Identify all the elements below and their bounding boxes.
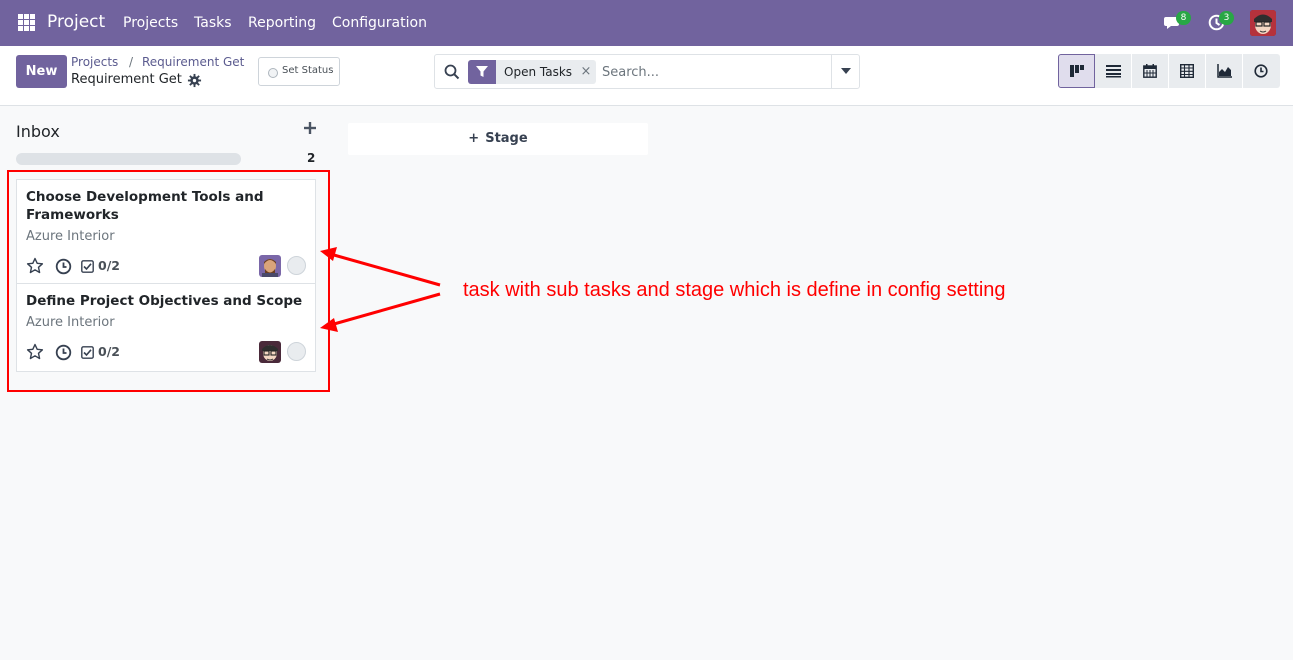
breadcrumb-projects[interactable]: Projects bbox=[71, 55, 118, 69]
set-status-button[interactable]: Set Status bbox=[258, 57, 340, 86]
status-dot-icon bbox=[268, 68, 278, 78]
list-view-button[interactable] bbox=[1095, 54, 1132, 88]
new-button[interactable]: New bbox=[16, 55, 67, 88]
search-bar: Open Tasks × bbox=[434, 54, 860, 89]
annotation-highlight-box bbox=[7, 170, 330, 392]
filter-facet-icon bbox=[468, 60, 496, 84]
add-stage-button[interactable]: + Stage bbox=[348, 123, 648, 155]
graph-view-button[interactable] bbox=[1206, 54, 1243, 88]
set-status-label: Set Status bbox=[282, 65, 334, 76]
menu-reporting[interactable]: Reporting bbox=[248, 15, 316, 31]
column-title: Inbox bbox=[16, 122, 60, 141]
gear-icon[interactable] bbox=[187, 73, 202, 88]
view-switcher bbox=[1058, 54, 1280, 88]
facet-close-icon[interactable]: × bbox=[580, 60, 592, 84]
search-options-toggle[interactable] bbox=[831, 55, 860, 88]
plus-icon: + bbox=[468, 131, 480, 146]
search-icon[interactable] bbox=[444, 64, 460, 80]
pivot-icon bbox=[1180, 64, 1194, 78]
add-quick-create-icon[interactable] bbox=[303, 121, 317, 135]
top-navbar: Project Projects Tasks Reporting Configu… bbox=[0, 0, 1293, 46]
breadcrumb-requirement-get[interactable]: Requirement Get bbox=[142, 55, 244, 69]
calendar-icon bbox=[1143, 64, 1157, 78]
user-avatar[interactable] bbox=[1250, 10, 1276, 36]
search-input[interactable] bbox=[602, 60, 830, 84]
kanban-icon bbox=[1070, 65, 1084, 77]
caret-down-icon bbox=[841, 68, 851, 74]
menu-configuration[interactable]: Configuration bbox=[332, 15, 427, 31]
column-count: 2 bbox=[307, 151, 316, 165]
menu-projects[interactable]: Projects bbox=[123, 15, 178, 31]
kanban-view-button[interactable] bbox=[1058, 54, 1095, 88]
messages-button[interactable]: 8 bbox=[1162, 0, 1198, 46]
activities-badge: 3 bbox=[1219, 11, 1234, 25]
pivot-view-button[interactable] bbox=[1169, 54, 1206, 88]
messages-badge: 8 bbox=[1176, 11, 1191, 25]
column-progress-bar[interactable] bbox=[16, 153, 241, 165]
breadcrumb-separator: / bbox=[129, 55, 134, 69]
add-stage-label: Stage bbox=[485, 131, 528, 146]
apps-menu-icon[interactable] bbox=[18, 14, 35, 31]
activity-view-button[interactable] bbox=[1243, 54, 1280, 88]
calendar-view-button[interactable] bbox=[1132, 54, 1169, 88]
graph-icon bbox=[1217, 64, 1232, 78]
menu-tasks[interactable]: Tasks bbox=[194, 15, 232, 31]
control-panel: New Projects / Requirement Get Requireme… bbox=[0, 46, 1293, 106]
list-icon bbox=[1106, 65, 1121, 78]
activities-button[interactable]: 3 bbox=[1206, 0, 1242, 46]
activity-icon bbox=[1254, 64, 1268, 78]
app-name[interactable]: Project bbox=[47, 12, 105, 32]
page-title: Requirement Get bbox=[71, 72, 182, 87]
annotation-text: task with sub tasks and stage which is d… bbox=[463, 279, 1006, 301]
